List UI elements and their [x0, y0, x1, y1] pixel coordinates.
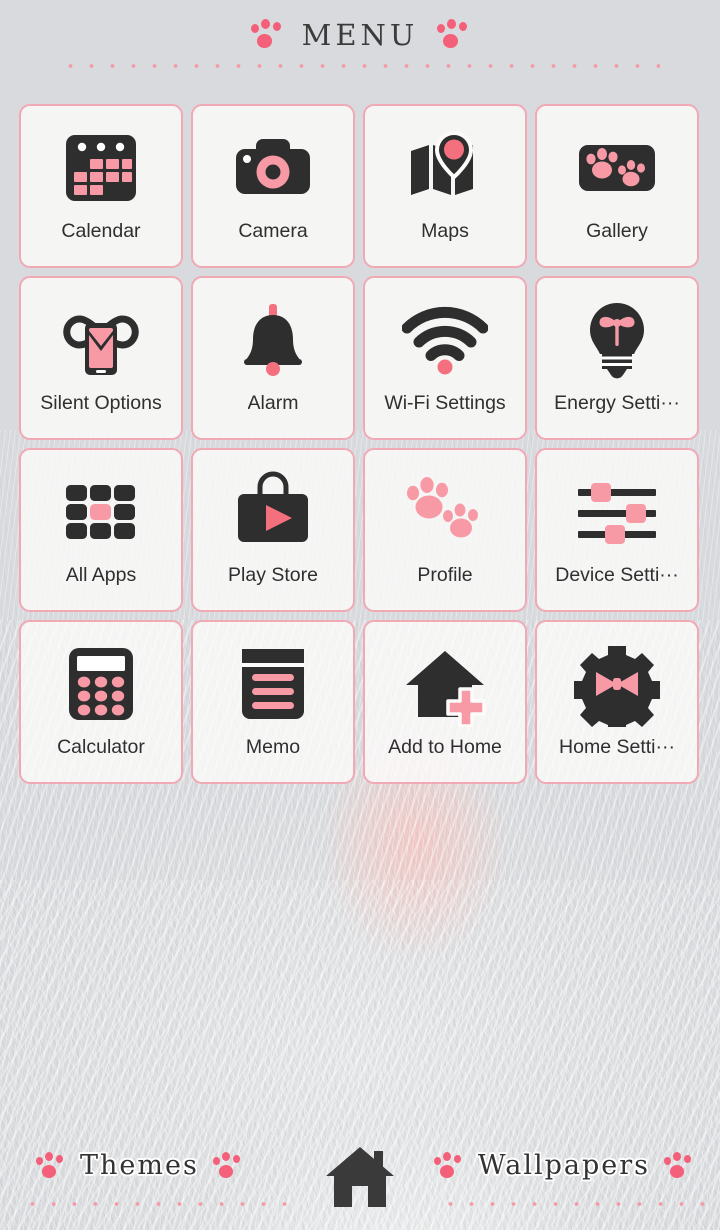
sliders-icon: [574, 469, 660, 555]
paw-print-icon: [250, 18, 284, 52]
app-tile-memo[interactable]: Memo: [191, 620, 355, 784]
app-label: Calculator: [57, 736, 145, 758]
app-label: Calendar: [61, 220, 141, 242]
alarm-bell-icon: [230, 297, 316, 383]
gallery-icon: [574, 125, 660, 211]
menu-title-row: MENU: [0, 18, 720, 52]
home-button[interactable]: [324, 1144, 396, 1210]
app-tile-add-to-home[interactable]: Add to Home: [363, 620, 527, 784]
app-label: Silent Options: [40, 392, 162, 414]
app-tile-all-apps[interactable]: All Apps: [19, 448, 183, 612]
app-tile-maps[interactable]: Maps: [363, 104, 527, 268]
paw-print-icon: [433, 1151, 464, 1181]
all-apps-grid-icon: [58, 469, 144, 555]
app-tile-alarm[interactable]: Alarm: [191, 276, 355, 440]
app-label: Gallery: [586, 220, 648, 242]
app-label: Wi-Fi Settings: [384, 392, 506, 414]
silent-options-icon: [58, 297, 144, 383]
app-tile-calendar[interactable]: Calendar: [19, 104, 183, 268]
app-label: Alarm: [247, 392, 299, 414]
app-label: Energy Setti···: [554, 392, 680, 414]
home-icon: [326, 1147, 394, 1207]
dotted-divider: [440, 1200, 706, 1208]
paw-print-icon: [664, 1151, 694, 1181]
app-label: Profile: [417, 564, 473, 586]
calculator-icon: [58, 641, 144, 727]
app-label: Camera: [238, 220, 308, 242]
app-label: Add to Home: [388, 736, 502, 758]
dotted-divider: [22, 1200, 288, 1208]
camera-icon: [230, 125, 316, 211]
app-tile-silent-options[interactable]: Silent Options: [19, 276, 183, 440]
dotted-divider: [60, 62, 660, 70]
app-tile-camera[interactable]: Camera: [191, 104, 355, 268]
wallpapers-button[interactable]: Wallpapers: [433, 1150, 694, 1181]
app-tile-calculator[interactable]: Calculator: [19, 620, 183, 784]
memo-icon: [230, 641, 316, 727]
app-tile-gallery[interactable]: Gallery: [535, 104, 699, 268]
app-label: Device Setti···: [555, 564, 679, 586]
app-label: Play Store: [228, 564, 318, 586]
app-tile-device-settings[interactable]: Device Setti···: [535, 448, 699, 612]
paw-print-icon: [212, 1151, 243, 1181]
play-store-icon: [230, 469, 316, 555]
maps-icon: [402, 125, 488, 211]
themes-label: Themes: [80, 1150, 199, 1181]
paw-print-icon: [436, 18, 470, 52]
wifi-icon: [401, 297, 489, 383]
app-label: Memo: [245, 736, 301, 758]
app-label: All Apps: [65, 564, 137, 586]
bottom-bar: Themes Wallpapers: [0, 1130, 720, 1230]
add-to-home-icon: [402, 641, 488, 728]
app-tile-energy-settings[interactable]: Energy Setti···: [535, 276, 699, 440]
menu-header: MENU: [0, 0, 720, 86]
calendar-icon: [58, 125, 144, 211]
app-tile-wifi-settings[interactable]: Wi-Fi Settings: [363, 276, 527, 440]
app-tile-profile[interactable]: Profile: [363, 448, 527, 612]
themes-button[interactable]: Themes: [36, 1150, 243, 1181]
gear-bow-icon: [573, 641, 661, 734]
wallpapers-label: Wallpapers: [477, 1150, 650, 1181]
lightbulb-icon: [574, 297, 660, 383]
app-label: Home Setti···: [559, 736, 675, 758]
app-tile-home-settings[interactable]: Home Setti···: [535, 620, 699, 784]
app-label: Maps: [421, 220, 469, 242]
app-grid: Calendar Camera Maps Gallery Silent Opti…: [19, 104, 701, 784]
app-tile-play-store[interactable]: Play Store: [191, 448, 355, 612]
paw-print-icon: [36, 1151, 66, 1181]
page-title: MENU: [301, 18, 419, 52]
paw-prints-icon: [402, 469, 488, 555]
